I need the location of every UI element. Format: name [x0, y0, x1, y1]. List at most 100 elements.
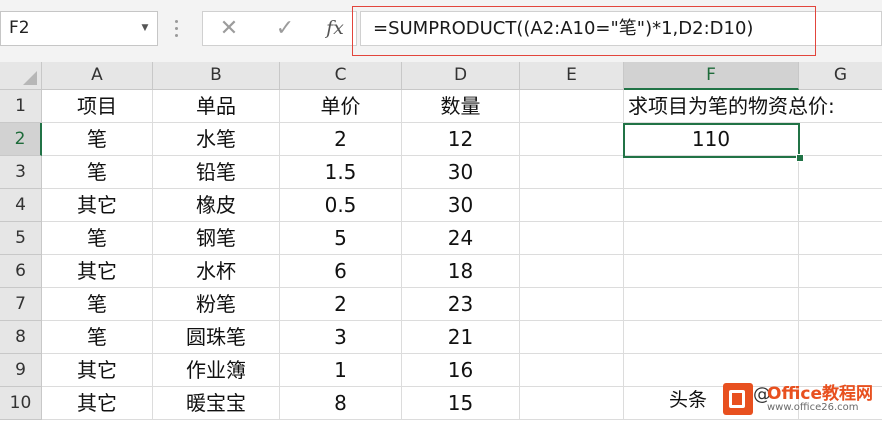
cell-g3[interactable]: [799, 156, 882, 189]
row-header-5[interactable]: 5: [0, 222, 42, 255]
insert-function-icon[interactable]: fx: [315, 12, 355, 45]
cell-a1[interactable]: 项目: [42, 90, 153, 123]
cell-f6[interactable]: [624, 255, 799, 288]
cell-g5[interactable]: [799, 222, 882, 255]
column-header-c[interactable]: C: [280, 62, 402, 90]
cell-b7[interactable]: 粉笔: [153, 288, 280, 321]
cell-b3[interactable]: 铅笔: [153, 156, 280, 189]
formula-input[interactable]: =SUMPRODUCT((A2:A10="笔")*1,D2:D10): [360, 11, 882, 46]
cell-b5[interactable]: 钢笔: [153, 222, 280, 255]
cell-e1[interactable]: [520, 90, 624, 123]
cell-a5[interactable]: 笔: [42, 222, 153, 255]
cell-b9[interactable]: 作业簿: [153, 354, 280, 387]
select-all-icon[interactable]: [23, 71, 37, 85]
cell-e7[interactable]: [520, 288, 624, 321]
chevron-down-icon[interactable]: ▼: [137, 12, 153, 45]
cell-g8[interactable]: [799, 321, 882, 354]
cell-d6[interactable]: 18: [402, 255, 520, 288]
cell-a2[interactable]: 笔: [42, 123, 153, 156]
name-box-value[interactable]: F2: [9, 12, 30, 45]
cell-d5[interactable]: 24: [402, 222, 520, 255]
resize-handle-icon[interactable]: [174, 20, 180, 40]
row-header-6[interactable]: 6: [0, 255, 42, 288]
enter-icon[interactable]: ✓: [265, 12, 305, 45]
cell-e4[interactable]: [520, 189, 624, 222]
cell-a7[interactable]: 笔: [42, 288, 153, 321]
cell-c2[interactable]: 2: [280, 123, 402, 156]
row-header-8[interactable]: 8: [0, 321, 42, 354]
cell-a3[interactable]: 笔: [42, 156, 153, 189]
cell-e6[interactable]: [520, 255, 624, 288]
cell-e3[interactable]: [520, 156, 624, 189]
cell-c1[interactable]: 单价: [280, 90, 402, 123]
row-header-9[interactable]: 9: [0, 354, 42, 387]
cell-b10[interactable]: 暖宝宝: [153, 387, 280, 420]
cell-c3[interactable]: 1.5: [280, 156, 402, 189]
name-box[interactable]: F2 ▼: [0, 11, 158, 46]
column-header-a[interactable]: A: [42, 62, 153, 90]
column-header-b[interactable]: B: [153, 62, 280, 90]
select-all-button[interactable]: [0, 62, 42, 90]
cell-e10[interactable]: [520, 387, 624, 420]
cell-c5[interactable]: 5: [280, 222, 402, 255]
cell-f5[interactable]: [624, 222, 799, 255]
cell-a4[interactable]: 其它: [42, 189, 153, 222]
formula-bar: F2 ▼ ✕ ✓ fx =SUMPRODUCT((A2:A10="笔")*1,D…: [0, 0, 882, 63]
cell-g7[interactable]: [799, 288, 882, 321]
cell-c10[interactable]: 8: [280, 387, 402, 420]
cell-g4[interactable]: [799, 189, 882, 222]
watermark-url: www.office26.com: [767, 402, 859, 413]
cell-g2[interactable]: [799, 123, 882, 156]
formula-buttons: ✕ ✓ fx: [202, 11, 357, 46]
cell-b1[interactable]: 单品: [153, 90, 280, 123]
formula-text[interactable]: =SUMPRODUCT((A2:A10="笔")*1,D2:D10): [373, 12, 753, 45]
active-cell-border: [623, 123, 800, 158]
watermark-brand: Office教程网: [767, 384, 874, 404]
cell-c7[interactable]: 2: [280, 288, 402, 321]
cell-f7[interactable]: [624, 288, 799, 321]
cell-c4[interactable]: 0.5: [280, 189, 402, 222]
cell-a6[interactable]: 其它: [42, 255, 153, 288]
cell-g1[interactable]: [799, 90, 882, 123]
cell-b6[interactable]: 水杯: [153, 255, 280, 288]
cell-d10[interactable]: 15: [402, 387, 520, 420]
cell-a10[interactable]: 其它: [42, 387, 153, 420]
cell-c6[interactable]: 6: [280, 255, 402, 288]
cell-d7[interactable]: 23: [402, 288, 520, 321]
cell-f4[interactable]: [624, 189, 799, 222]
cell-e5[interactable]: [520, 222, 624, 255]
cell-c9[interactable]: 1: [280, 354, 402, 387]
cell-e9[interactable]: [520, 354, 624, 387]
row-header-4[interactable]: 4: [0, 189, 42, 222]
cell-d1[interactable]: 数量: [402, 90, 520, 123]
row-header-3[interactable]: 3: [0, 156, 42, 189]
cell-g6[interactable]: [799, 255, 882, 288]
cell-d8[interactable]: 21: [402, 321, 520, 354]
cell-a8[interactable]: 笔: [42, 321, 153, 354]
cell-f8[interactable]: [624, 321, 799, 354]
cell-e8[interactable]: [520, 321, 624, 354]
cell-d4[interactable]: 30: [402, 189, 520, 222]
cell-f3[interactable]: [624, 156, 799, 189]
cell-d9[interactable]: 16: [402, 354, 520, 387]
fill-handle[interactable]: [796, 154, 804, 162]
cell-d2[interactable]: 12: [402, 123, 520, 156]
row-header-2[interactable]: 2: [0, 123, 42, 156]
cell-f1[interactable]: 求项目为笔的物资总价:: [624, 90, 835, 123]
cell-a9[interactable]: 其它: [42, 354, 153, 387]
cell-e2[interactable]: [520, 123, 624, 156]
column-header-g[interactable]: G: [799, 62, 882, 90]
column-header-d[interactable]: D: [402, 62, 520, 90]
column-header-f[interactable]: F: [624, 62, 799, 90]
row-header-1[interactable]: 1: [0, 90, 42, 123]
cell-b2[interactable]: 水笔: [153, 123, 280, 156]
cell-c8[interactable]: 3: [280, 321, 402, 354]
row-header-7[interactable]: 7: [0, 288, 42, 321]
column-header-e[interactable]: E: [520, 62, 624, 90]
spreadsheet-grid: A B C D E F G 1 2 3 4 5 6 7 8 9 10 项目 单品…: [0, 62, 882, 427]
cell-b4[interactable]: 橡皮: [153, 189, 280, 222]
cell-b8[interactable]: 圆珠笔: [153, 321, 280, 354]
row-header-10[interactable]: 10: [0, 387, 42, 420]
cell-d3[interactable]: 30: [402, 156, 520, 189]
cancel-icon[interactable]: ✕: [209, 12, 249, 45]
